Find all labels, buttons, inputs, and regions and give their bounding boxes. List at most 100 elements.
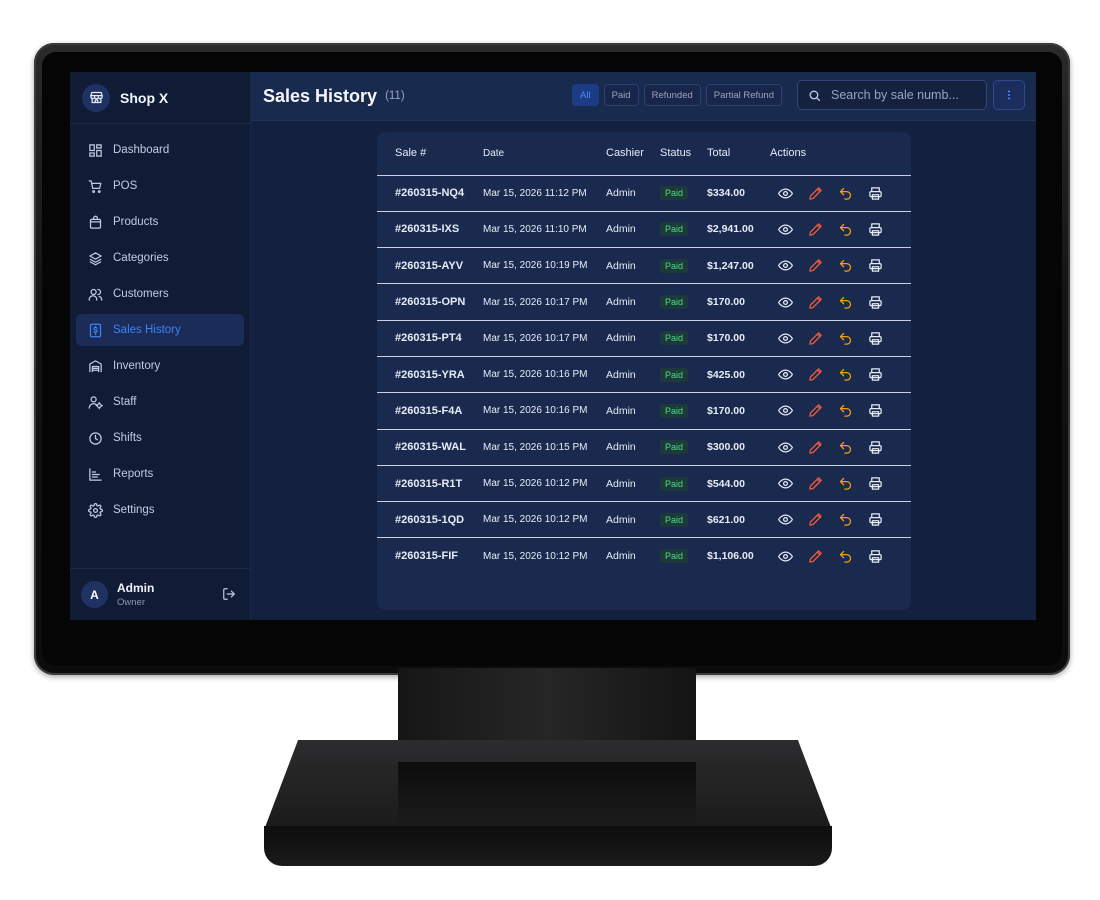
refund-icon[interactable]: [838, 403, 853, 418]
column-header-total[interactable]: Total: [707, 132, 770, 176]
filter-paid[interactable]: Paid: [603, 84, 639, 106]
more-options-button[interactable]: [993, 80, 1025, 110]
sidebar-item-categories[interactable]: Categories: [76, 242, 244, 274]
table-row[interactable]: #260315-WAL Mar 15, 2026 10:15 PM Admin …: [377, 429, 911, 466]
sale-cashier: Admin: [606, 465, 660, 503]
sale-date: Mar 15, 2026 11:10 PM: [483, 211, 606, 249]
view-icon[interactable]: [778, 549, 793, 564]
row-actions: [770, 501, 911, 539]
refund-icon[interactable]: [838, 549, 853, 564]
refund-icon[interactable]: [838, 367, 853, 382]
refund-icon[interactable]: [838, 258, 853, 273]
view-icon[interactable]: [778, 331, 793, 346]
column-header-status[interactable]: Status: [660, 132, 707, 176]
sidebar-item-shifts[interactable]: Shifts: [76, 422, 244, 454]
column-header-cashier[interactable]: Cashier: [606, 132, 660, 176]
row-actions: [770, 211, 911, 249]
status-badge: Paid: [660, 186, 689, 201]
sale-total: $170.00: [707, 392, 770, 430]
refund-icon[interactable]: [838, 512, 853, 527]
view-icon[interactable]: [778, 367, 793, 382]
refund-icon[interactable]: [838, 440, 853, 455]
edit-icon[interactable]: [808, 258, 823, 273]
edit-icon[interactable]: [808, 367, 823, 382]
sidebar: Shop X Dashboard POS Products Categories: [70, 72, 251, 620]
table-header-row: Sale # Date Cashier Status Total Actions: [377, 132, 911, 176]
sale-cashier: Admin: [606, 175, 660, 212]
refund-icon[interactable]: [838, 186, 853, 201]
table-row[interactable]: #260315-R1T Mar 15, 2026 10:12 PM Admin …: [377, 465, 911, 503]
sidebar-item-staff[interactable]: Staff: [76, 386, 244, 418]
view-icon[interactable]: [778, 222, 793, 237]
print-icon[interactable]: [868, 258, 883, 273]
refund-icon[interactable]: [838, 331, 853, 346]
column-header-date[interactable]: Date: [483, 132, 606, 176]
sidebar-item-settings[interactable]: Settings: [76, 494, 244, 526]
sale-status-cell: Paid: [660, 538, 707, 574]
edit-icon[interactable]: [808, 549, 823, 564]
refund-icon[interactable]: [838, 295, 853, 310]
sidebar-item-products[interactable]: Products: [76, 206, 244, 238]
edit-icon[interactable]: [808, 295, 823, 310]
print-icon[interactable]: [868, 331, 883, 346]
table-row[interactable]: #260315-OPN Mar 15, 2026 10:17 PM Admin …: [377, 283, 911, 321]
search-input[interactable]: [831, 88, 976, 102]
edit-icon[interactable]: [808, 476, 823, 491]
sale-total: $170.00: [707, 283, 770, 321]
table-row[interactable]: #260315-NQ4 Mar 15, 2026 11:12 PM Admin …: [377, 175, 911, 212]
warehouse-icon: [89, 359, 102, 372]
table-row[interactable]: #260315-PT4 Mar 15, 2026 10:17 PM Admin …: [377, 320, 911, 357]
view-icon[interactable]: [778, 403, 793, 418]
table-row[interactable]: #260315-1QD Mar 15, 2026 10:12 PM Admin …: [377, 501, 911, 539]
filter-refunded[interactable]: Refunded: [643, 84, 701, 106]
table-row[interactable]: #260315-FIF Mar 15, 2026 10:12 PM Admin …: [377, 538, 911, 574]
view-icon[interactable]: [778, 295, 793, 310]
status-badge: Paid: [660, 440, 689, 455]
view-icon[interactable]: [778, 186, 793, 201]
print-icon[interactable]: [868, 512, 883, 527]
edit-icon[interactable]: [808, 186, 823, 201]
status-badge: Paid: [660, 258, 689, 273]
refund-icon[interactable]: [838, 476, 853, 491]
print-icon[interactable]: [868, 549, 883, 564]
sale-cashier: Admin: [606, 550, 636, 563]
print-icon[interactable]: [868, 367, 883, 382]
print-icon[interactable]: [868, 186, 883, 201]
edit-icon[interactable]: [808, 403, 823, 418]
sidebar-item-reports[interactable]: Reports: [76, 458, 244, 490]
status-badge: Paid: [660, 295, 689, 310]
sale-cashier: Admin: [606, 283, 660, 321]
view-icon[interactable]: [778, 512, 793, 527]
brand[interactable]: Shop X: [70, 72, 250, 124]
avatar[interactable]: A: [81, 581, 108, 608]
table-row[interactable]: #260315-IXS Mar 15, 2026 11:10 PM Admin …: [377, 211, 911, 249]
view-icon[interactable]: [778, 258, 793, 273]
sales-count: (11): [385, 90, 405, 102]
column-header-sale[interactable]: Sale #: [377, 132, 483, 176]
print-icon[interactable]: [868, 440, 883, 455]
sidebar-item-inventory[interactable]: Inventory: [76, 350, 244, 382]
filter-all[interactable]: All: [572, 84, 599, 106]
sidebar-item-sales-history[interactable]: Sales History: [76, 314, 244, 346]
sidebar-item-dashboard[interactable]: Dashboard: [76, 134, 244, 166]
edit-icon[interactable]: [808, 331, 823, 346]
print-icon[interactable]: [868, 403, 883, 418]
sale-number: #260315-F4A: [377, 392, 483, 430]
table-row[interactable]: #260315-AYV Mar 15, 2026 10:19 PM Admin …: [377, 247, 911, 285]
sidebar-item-pos[interactable]: POS: [76, 170, 244, 202]
edit-icon[interactable]: [808, 222, 823, 237]
view-icon[interactable]: [778, 440, 793, 455]
refund-icon[interactable]: [838, 222, 853, 237]
logout-button[interactable]: [222, 587, 236, 606]
filter-partial-refund[interactable]: Partial Refund: [705, 84, 782, 106]
table-row[interactable]: #260315-YRA Mar 15, 2026 10:16 PM Admin …: [377, 356, 911, 394]
table-row[interactable]: #260315-F4A Mar 15, 2026 10:16 PM Admin …: [377, 392, 911, 430]
edit-icon[interactable]: [808, 440, 823, 455]
sidebar-item-customers[interactable]: Customers: [76, 278, 244, 310]
status-badge: Paid: [660, 549, 689, 564]
print-icon[interactable]: [868, 222, 883, 237]
print-icon[interactable]: [868, 295, 883, 310]
view-icon[interactable]: [778, 476, 793, 491]
print-icon[interactable]: [868, 476, 883, 491]
edit-icon[interactable]: [808, 512, 823, 527]
